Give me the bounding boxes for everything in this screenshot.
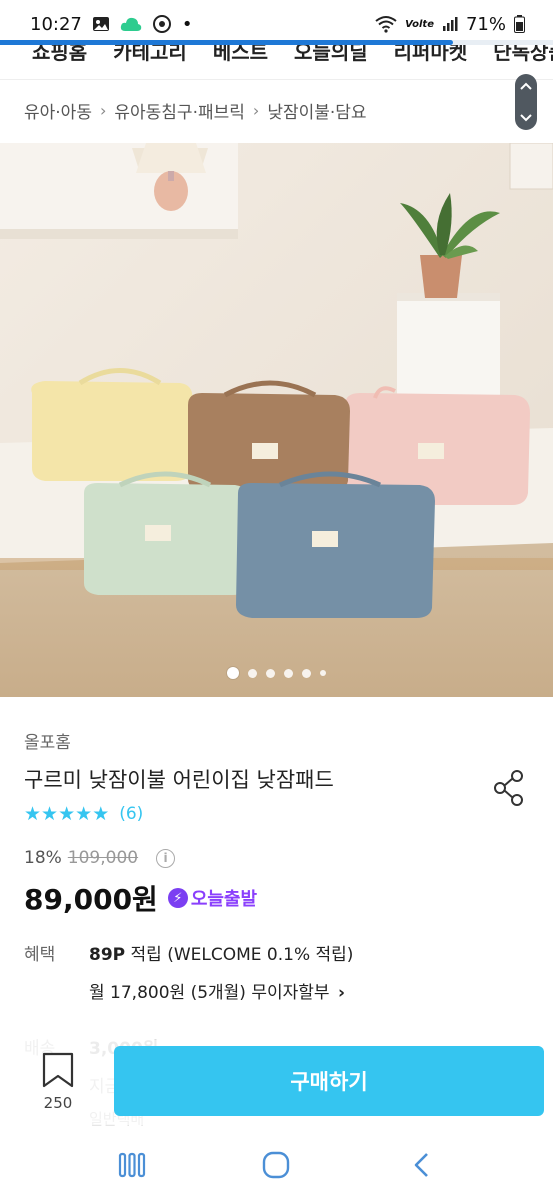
price-row: 89,000원 ⚡ 오늘출발 <box>24 878 257 918</box>
bookmark-count: 250 <box>43 1094 73 1112</box>
back-button[interactable] <box>401 1145 441 1185</box>
mint-bag <box>84 471 250 595</box>
breadcrumb: 유아·아동 › 유아동침구·패브릭 › 낮잠이불·담요 <box>24 88 367 132</box>
recent-apps-icon <box>119 1152 146 1178</box>
home-button[interactable] <box>256 1145 296 1185</box>
blue-bag <box>236 471 435 618</box>
points-benefit: 89P 적립 (WELCOME 0.1% 적립) <box>89 940 353 965</box>
star-icon: ★ <box>58 802 76 825</box>
carousel-dot[interactable] <box>227 667 239 679</box>
breadcrumb-item-bedding[interactable]: 유아동침구·패브릭 <box>114 98 245 123</box>
yellow-bag <box>31 368 193 481</box>
scroll-up-down-button[interactable] <box>515 74 537 130</box>
chevron-right-icon: › <box>99 100 107 120</box>
rating[interactable]: ★★★★★ (6) <box>24 804 143 824</box>
review-count[interactable]: (6) <box>119 804 143 824</box>
share-icon <box>494 770 523 806</box>
carousel-indicator <box>0 667 553 679</box>
bookmark-icon <box>42 1052 74 1088</box>
category-nav: 쇼핑홈카테고리베스트오늘의딜리퍼마켓단독상품 <box>0 30 553 80</box>
carousel-dot[interactable] <box>248 668 257 678</box>
share-button[interactable] <box>491 768 527 808</box>
page-load-progress-fill <box>0 40 454 45</box>
carousel-dot[interactable] <box>320 670 326 676</box>
sale-price: 89,000원 <box>24 883 158 916</box>
installment-text: 월 17,800원 (5개월) 무이자할부 <box>89 983 330 1003</box>
chevron-up-icon <box>520 82 532 90</box>
bookmark-button[interactable]: 250 <box>38 1052 78 1112</box>
buy-button[interactable]: 구매하기 <box>114 1046 544 1116</box>
discount-rate: 18% <box>24 848 62 868</box>
points-value: 89P <box>89 945 126 965</box>
points-text: 적립 (WELCOME 0.1% 적립) <box>125 945 354 965</box>
volte-label: Volte <box>405 18 434 30</box>
chevron-right-icon: › <box>337 983 345 1003</box>
star-icon: ★ <box>75 802 93 825</box>
discount-row: 18% 109,000 i <box>24 848 176 868</box>
breadcrumb-item-nap-blanket[interactable]: 낮잠이불·담요 <box>267 98 366 123</box>
carousel-dot[interactable] <box>302 668 311 678</box>
page-load-progress <box>0 40 553 45</box>
system-navigation-bar <box>0 1130 553 1200</box>
star-icon: ★ <box>92 802 110 825</box>
carousel-dot[interactable] <box>266 668 275 678</box>
brand-name[interactable]: 올포홈 <box>24 728 71 753</box>
product-image-carousel[interactable] <box>0 143 553 697</box>
product-title: 구르미 낮잠이불 어린이집 낮잠패드 <box>24 768 334 792</box>
today-delivery-label: 오늘출발 <box>190 889 258 910</box>
breadcrumb-item-kids[interactable]: 유아·아동 <box>24 98 92 123</box>
chevron-down-icon <box>520 114 532 122</box>
recent-apps-button[interactable] <box>112 1145 152 1185</box>
lightning-icon: ⚡ <box>167 888 188 908</box>
home-icon <box>263 1151 290 1179</box>
rating-stars: ★★★★★ <box>24 802 110 825</box>
carousel-dot[interactable] <box>284 668 293 678</box>
product-photo <box>0 143 553 697</box>
back-icon <box>414 1153 428 1177</box>
chevron-right-icon: › <box>252 100 260 120</box>
star-icon: ★ <box>24 802 42 825</box>
today-delivery-badge: ⚡ 오늘출발 <box>167 885 258 911</box>
installment-link[interactable]: 월 17,800원 (5개월) 무이자할부 › <box>89 978 345 1003</box>
benefit-label: 혜택 <box>24 945 56 965</box>
info-icon[interactable]: i <box>156 848 176 868</box>
star-icon: ★ <box>41 802 59 825</box>
original-price: 109,000 <box>67 848 139 868</box>
